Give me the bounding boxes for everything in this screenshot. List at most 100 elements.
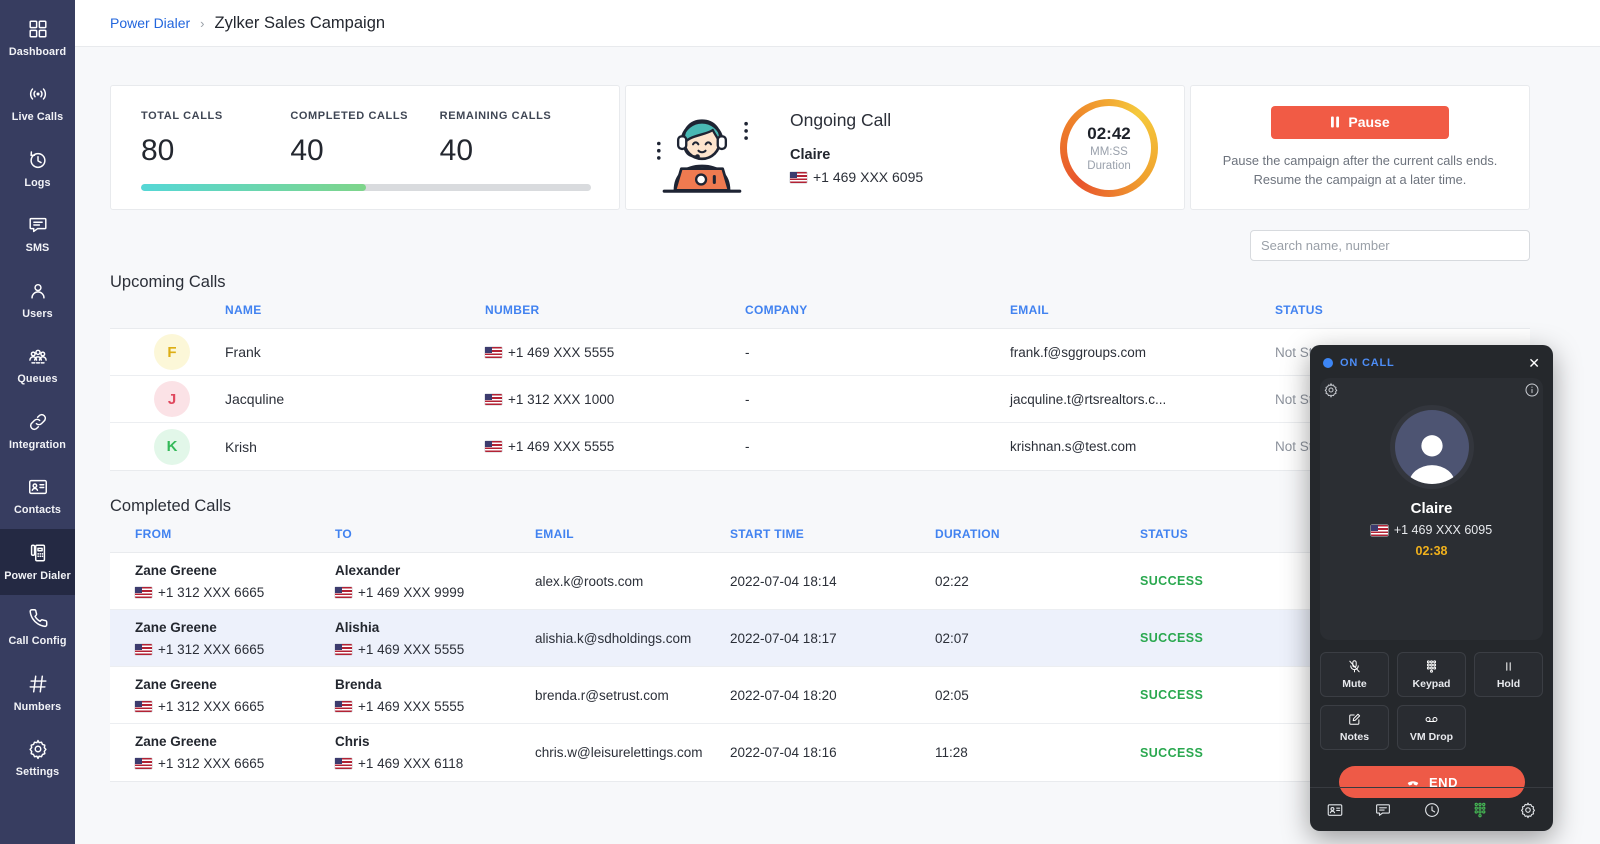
avatar: J	[154, 381, 190, 417]
us-flag-icon	[790, 172, 807, 183]
sidebar-item-label: Contacts	[14, 504, 61, 516]
sidebar-item-logs[interactable]: Logs	[0, 136, 75, 202]
dashboard-icon	[27, 18, 49, 40]
dialpad-icon[interactable]	[1471, 801, 1489, 819]
to-name: Brenda	[335, 677, 535, 692]
contact-number: +1 312 XXX 1000	[508, 392, 614, 407]
chat-icon[interactable]	[1374, 801, 1392, 819]
sidebar-item-settings[interactable]: Settings	[0, 726, 75, 792]
notes-button[interactable]: Notes	[1320, 705, 1389, 750]
stat-value: 40	[440, 134, 589, 168]
sidebar-item-label: Settings	[16, 766, 59, 778]
sidebar-item-queues[interactable]: Queues	[0, 333, 75, 399]
upcoming-calls-header: NAME NUMBER COMPANY EMAIL STATUS	[110, 292, 1530, 328]
call-duration: 02:22	[935, 574, 1140, 589]
us-flag-icon	[335, 644, 352, 655]
contact-company: -	[745, 345, 1010, 360]
us-flag-icon	[1371, 525, 1388, 536]
from-number: +1 312 XXX 6665	[158, 585, 264, 600]
sidebar-item-label: Live Calls	[12, 111, 63, 123]
hold-button[interactable]: Hold	[1474, 652, 1543, 697]
call-widget: ON CALL ✕ Claire +1 469 XXX 6095 02:38 M…	[1310, 345, 1553, 831]
keypad-icon	[1424, 659, 1439, 674]
sidebar-item-sms[interactable]: SMS	[0, 202, 75, 268]
breadcrumb-parent-link[interactable]: Power Dialer	[110, 15, 190, 31]
from-name: Zane Greene	[135, 677, 335, 692]
sidebar-item-users[interactable]: Users	[0, 267, 75, 333]
column-header: DURATION	[935, 527, 1140, 541]
sidebar-item-power-dialer[interactable]: Power Dialer	[0, 529, 75, 595]
from-name: Zane Greene	[135, 734, 335, 749]
sidebar-item-label: Power Dialer	[4, 570, 71, 582]
vm-drop-button[interactable]: VM Drop	[1397, 705, 1466, 750]
column-header: NAME	[225, 303, 485, 317]
sidebar-item-contacts[interactable]: Contacts	[0, 464, 75, 530]
close-icon[interactable]: ✕	[1528, 356, 1540, 370]
stat-label: REMAINING CALLS	[440, 110, 589, 122]
mute-button[interactable]: Mute	[1320, 652, 1389, 697]
from-number: +1 312 XXX 6665	[158, 756, 264, 771]
from-number: +1 312 XXX 6665	[158, 642, 264, 657]
top-bar: Power Dialer › Zylker Sales Campaign	[75, 0, 1600, 47]
from-number: +1 312 XXX 6665	[158, 699, 264, 714]
sidebar: Dashboard Live Calls Logs SMS Users Queu…	[0, 0, 75, 844]
contact-email: jacquline.t@rtsrealtors.c...	[1010, 392, 1275, 407]
from-name: Zane Greene	[135, 563, 335, 578]
sidebar-item-label: Numbers	[14, 701, 62, 713]
sidebar-item-live-calls[interactable]: Live Calls	[0, 71, 75, 137]
sidebar-item-label: Queues	[17, 373, 57, 385]
contact-email: chris.w@leisurelettings.com	[535, 745, 730, 760]
campaign-progress-bar	[141, 184, 591, 191]
history-icon[interactable]	[1423, 801, 1441, 819]
stat-total-calls: TOTAL CALLS 80	[141, 110, 290, 168]
caller-panel: Claire +1 469 XXX 6095 02:38	[1320, 378, 1543, 640]
us-flag-icon	[335, 701, 352, 712]
notes-icon	[1347, 712, 1362, 727]
us-flag-icon	[485, 441, 502, 452]
stat-label: COMPLETED CALLS	[290, 110, 439, 122]
sidebar-item-numbers[interactable]: Numbers	[0, 660, 75, 726]
caller-name: Claire	[1411, 500, 1453, 517]
call-config-icon	[27, 607, 49, 629]
queues-icon	[27, 345, 49, 367]
users-icon	[27, 280, 49, 302]
settings-icon[interactable]	[1519, 801, 1537, 819]
column-header: TO	[335, 527, 535, 541]
sms-icon	[27, 214, 49, 236]
info-icon[interactable]	[1524, 382, 1540, 403]
to-name: Alexander	[335, 563, 535, 578]
sidebar-item-label: Dashboard	[9, 46, 66, 58]
contact-card-icon[interactable]	[1326, 801, 1344, 819]
us-flag-icon	[135, 644, 152, 655]
keypad-button[interactable]: Keypad	[1397, 652, 1466, 697]
sidebar-item-integration[interactable]: Integration	[0, 398, 75, 464]
sidebar-item-label: Integration	[9, 439, 66, 451]
contact-name: Krish	[225, 439, 485, 455]
contact-email: frank.f@sggroups.com	[1010, 345, 1275, 360]
pause-description-line1: Pause the campaign after the current cal…	[1223, 152, 1498, 171]
sidebar-item-dashboard[interactable]: Dashboard	[0, 5, 75, 71]
sidebar-item-call-config[interactable]: Call Config	[0, 595, 75, 661]
to-name: Chris	[335, 734, 535, 749]
search-input[interactable]	[1250, 230, 1530, 261]
widget-settings-icon[interactable]	[1323, 382, 1339, 403]
us-flag-icon	[485, 347, 502, 358]
progress-fill	[141, 184, 366, 191]
pause-button[interactable]: Pause	[1271, 106, 1449, 139]
column-header: EMAIL	[1010, 303, 1275, 317]
caller-number: +1 469 XXX 6095	[1394, 523, 1492, 537]
breadcrumb-chevron-icon: ›	[200, 16, 204, 31]
timer-value: 02:42	[1087, 124, 1130, 144]
stat-label: TOTAL CALLS	[141, 110, 290, 122]
caller-avatar	[1395, 410, 1469, 484]
column-header: EMAIL	[535, 527, 730, 541]
us-flag-icon	[335, 758, 352, 769]
us-flag-icon	[485, 394, 502, 405]
numbers-icon	[27, 673, 49, 695]
sidebar-item-label: Users	[22, 308, 53, 320]
start-time: 2022-07-04 18:16	[730, 745, 935, 760]
column-header: FROM	[135, 527, 335, 541]
contact-email: brenda.r@setrust.com	[535, 688, 730, 703]
column-header: START TIME	[730, 527, 935, 541]
sidebar-item-label: Call Config	[8, 635, 66, 647]
